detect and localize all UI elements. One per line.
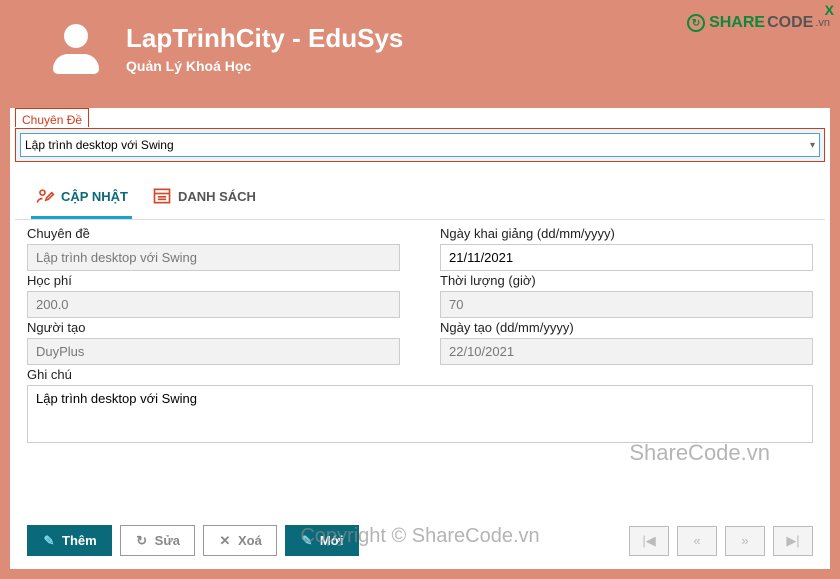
avatar-icon xyxy=(48,20,104,76)
sua-label: Sửa xyxy=(155,533,180,548)
xoa-label: Xoá xyxy=(238,533,262,548)
tab-cap-nhat-label: CẬP NHẬT xyxy=(61,189,128,204)
first-icon: |◀ xyxy=(642,533,655,549)
nav-buttons: |◀ « » ▶| xyxy=(629,526,813,556)
label-ghi-chu: Ghi chú xyxy=(27,367,813,382)
field-chuyen-de: Chuyên đề xyxy=(27,226,400,271)
page-subtitle: Quản Lý Khoá Học xyxy=(126,58,403,74)
chuyen-de-combo[interactable]: Lập trình desktop với Swing ▾ xyxy=(20,133,820,157)
logo-text-1: SHARE xyxy=(709,14,765,32)
field-thoi-luong: Thời lượng (giờ) xyxy=(440,273,813,318)
sua-button[interactable]: ↻ Sửa xyxy=(120,525,195,556)
add-icon: ✎ xyxy=(42,534,56,548)
logo-suffix: .vn xyxy=(815,17,830,29)
nav-first-button[interactable]: |◀ xyxy=(629,526,669,556)
label-ngay-kg: Ngày khai giảng (dd/mm/yyyy) xyxy=(440,226,813,241)
field-ngay-kg: Ngày khai giảng (dd/mm/yyyy) xyxy=(440,226,813,271)
input-chuyen-de[interactable] xyxy=(27,244,400,271)
chevron-down-icon: ▾ xyxy=(810,140,815,151)
label-thoi-luong: Thời lượng (giờ) xyxy=(440,273,813,288)
field-hoc-phi: Học phí xyxy=(27,273,400,318)
delete-icon: ✕ xyxy=(218,534,232,548)
list-icon xyxy=(152,186,172,206)
input-nguoi-tao[interactable] xyxy=(27,338,400,365)
last-icon: ▶| xyxy=(786,533,799,549)
chuyen-de-group-label: Chuyên Đề xyxy=(15,108,89,127)
label-chuyen-de: Chuyên đề xyxy=(27,226,400,241)
action-buttons: ✎ Thêm ↻ Sửa ✕ Xoá ✎ Mới xyxy=(27,525,359,556)
edit-user-icon xyxy=(35,186,55,206)
label-ngay-tao: Ngày tạo (dd/mm/yyyy) xyxy=(440,320,813,335)
next-icon: » xyxy=(741,533,748,548)
input-hoc-phi[interactable] xyxy=(27,291,400,318)
nav-last-button[interactable]: ▶| xyxy=(773,526,813,556)
input-ngay-kg[interactable] xyxy=(440,244,813,271)
label-nguoi-tao: Người tạo xyxy=(27,320,400,335)
moi-button[interactable]: ✎ Mới xyxy=(285,525,359,556)
nav-next-button[interactable]: » xyxy=(725,526,765,556)
label-hoc-phi: Học phí xyxy=(27,273,400,288)
combo-value: Lập trình desktop với Swing xyxy=(25,138,174,152)
sharecode-logo: ↻ SHARECODE.vn xyxy=(687,14,830,32)
chuyen-de-group: Lập trình desktop với Swing ▾ xyxy=(15,128,825,162)
them-label: Thêm xyxy=(62,533,97,548)
tab-danh-sach-label: DANH SÁCH xyxy=(178,189,256,204)
logo-text-2: CODE xyxy=(767,14,813,32)
input-ngay-tao[interactable] xyxy=(440,338,813,365)
field-ghi-chu: Ghi chú Lập trình desktop với Swing xyxy=(27,367,813,443)
new-icon: ✎ xyxy=(300,534,314,548)
form-cap-nhat: Chuyên đề Ngày khai giảng (dd/mm/yyyy) H… xyxy=(15,220,825,517)
main-panel: Chuyên Đề Lập trình desktop với Swing ▾ … xyxy=(10,108,830,569)
tab-danh-sach[interactable]: DANH SÁCH xyxy=(148,180,260,219)
tabs: CẬP NHẬT DANH SÁCH xyxy=(15,168,825,220)
nav-prev-button[interactable]: « xyxy=(677,526,717,556)
footer: ✎ Thêm ↻ Sửa ✕ Xoá ✎ Mới |◀ « » ▶| xyxy=(15,517,825,564)
prev-icon: « xyxy=(693,533,700,548)
xoa-button[interactable]: ✕ Xoá xyxy=(203,525,277,556)
tab-cap-nhat[interactable]: CẬP NHẬT xyxy=(31,180,132,219)
them-button[interactable]: ✎ Thêm xyxy=(27,525,112,556)
input-thoi-luong[interactable] xyxy=(440,291,813,318)
refresh-icon: ↻ xyxy=(135,534,149,548)
page-title: LapTrinhCity - EduSys xyxy=(126,23,403,54)
field-ngay-tao: Ngày tạo (dd/mm/yyyy) xyxy=(440,320,813,365)
logo-circle-icon: ↻ xyxy=(687,14,705,32)
input-ghi-chu[interactable]: Lập trình desktop với Swing xyxy=(27,385,813,443)
field-nguoi-tao: Người tạo xyxy=(27,320,400,365)
moi-label: Mới xyxy=(320,533,344,548)
